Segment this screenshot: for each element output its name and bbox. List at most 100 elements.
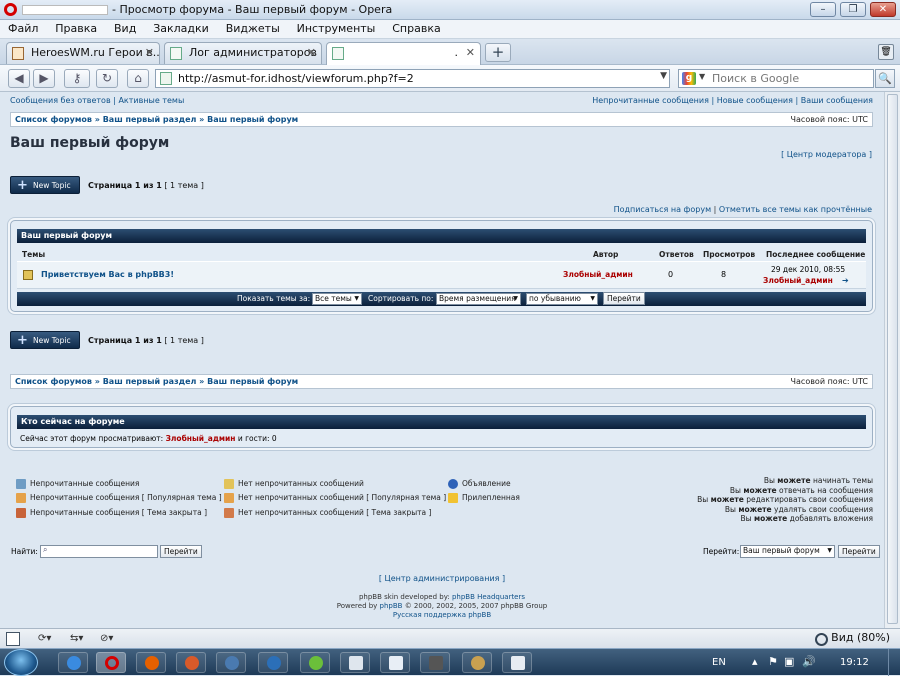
game-icon[interactable] (420, 652, 450, 673)
sort-order-select[interactable]: по убыванию ▼ (526, 293, 598, 305)
search-field[interactable]: g ▼ Поиск в Google (678, 69, 874, 88)
admin-panel-link[interactable]: [ Центр администрирования ] (0, 574, 884, 583)
tab-close-icon[interactable]: ✕ (145, 46, 154, 59)
col-views: Просмотров (703, 250, 756, 259)
document-icon[interactable] (340, 652, 370, 673)
ie-icon[interactable] (58, 652, 88, 673)
menu-widgets[interactable]: Виджеты (220, 20, 286, 37)
footer-credit-2: Powered by phpBB © 2000, 2002, 2005, 200… (336, 602, 548, 610)
jump-go-button[interactable]: Перейти (838, 545, 880, 558)
back-button[interactable]: ◀ (8, 69, 30, 88)
crumb-forum[interactable]: Ваш первый форум (207, 115, 298, 124)
tray-expand-icon[interactable]: ▴ (752, 655, 758, 668)
topics-panel-header[interactable]: Ваш первый форум (17, 229, 866, 243)
window-title: - Просмотр форума - Ваш первый форум - O… (112, 3, 393, 16)
search-go-button[interactable]: 🔍 (875, 69, 895, 88)
crumb-forum[interactable]: Ваш первый форум (207, 377, 298, 386)
russian-support-link[interactable]: Русская поддержка phpBB (0, 611, 884, 619)
permission-line: Вы можете отвечать на сообщения (729, 486, 873, 495)
network-icon[interactable]: ▣ (784, 655, 794, 668)
phpbb-link[interactable]: phpBB (380, 602, 403, 610)
vertical-scrollbar[interactable] (884, 92, 900, 628)
restore-button[interactable]: ❐ (840, 2, 866, 17)
start-button[interactable] (4, 649, 38, 676)
sync-icon[interactable]: ⟳▾ (38, 632, 51, 646)
topic-title[interactable]: Приветствуем Вас в phpBB3! (41, 270, 174, 279)
moderator-control-link[interactable]: [ Центр модератора ] (781, 150, 872, 159)
zoom-control[interactable]: Вид (80%) (815, 631, 890, 646)
menu-help[interactable]: Справка (386, 20, 446, 37)
minimize-button[interactable]: – (810, 2, 836, 17)
new-topic-button-bottom[interactable]: New Topic (10, 331, 80, 349)
tab-heroeswm[interactable]: HeroesWM.ru Герои в... ✕ (6, 42, 160, 64)
sort-key-select[interactable]: Время размещения ▼ (436, 293, 521, 305)
menu-file[interactable]: Файл (2, 20, 44, 37)
page-title[interactable]: Ваш первый форум (10, 135, 169, 151)
new-tab-button[interactable]: + (485, 43, 511, 62)
forum-search-input[interactable]: ⌕ (40, 545, 158, 558)
tab-admin-log[interactable]: Лог администраторов ✕ (164, 42, 322, 64)
crumb-section[interactable]: Ваш первый раздел (103, 377, 197, 386)
crumb-section[interactable]: Ваш первый раздел (103, 115, 197, 124)
block-icon[interactable]: ⊘▾ (100, 632, 113, 646)
notepad-icon[interactable] (380, 652, 410, 673)
menu-tools[interactable]: Инструменты (291, 20, 382, 37)
tab-close-icon[interactable]: ✕ (307, 46, 316, 59)
select-value: Все темы (315, 294, 352, 303)
opera-logo-icon[interactable] (4, 3, 17, 16)
trash-icon[interactable]: 🗑 (878, 44, 894, 60)
forward-button[interactable]: ▶ (33, 69, 55, 88)
opera-taskbar-icon[interactable] (96, 652, 126, 673)
show-desktop-button[interactable] (888, 649, 900, 676)
who-online-text: Сейчас этот форум просматривают: Злобный… (20, 434, 277, 443)
legend-label: Нет непрочитанных сообщений [ Популярная… (238, 493, 447, 502)
share-icon[interactable]: ⇆▾ (70, 632, 83, 646)
top-links-right[interactable]: Непрочитанные сообщения | Новые сообщени… (592, 96, 873, 105)
clock[interactable]: 19:12 (840, 657, 869, 668)
address-field[interactable]: http://asmut-for.idhost/viewforum.php?f=… (155, 69, 670, 88)
messenger-icon[interactable] (300, 652, 330, 673)
subscribe-link[interactable]: Подписаться на форум (614, 205, 712, 214)
chevron-down-icon[interactable]: ▼ (699, 72, 705, 81)
skin-author-link[interactable]: phpBB Headquarters (452, 593, 525, 601)
reload-button[interactable]: ↻ (96, 69, 118, 88)
tab-forum-active[interactable]: . ✕ (326, 42, 481, 65)
address-toolbar: ◀ ▶ ⚷ ↻ ⌂ http://asmut-for.idhost/viewfo… (0, 65, 900, 92)
flag-icon[interactable]: ⚑ (768, 655, 778, 668)
mark-read-link[interactable]: Отметить все темы как прочтённые (719, 205, 872, 214)
close-window-button[interactable]: ✕ (870, 2, 896, 17)
topic-author[interactable]: Злобный_админ (563, 270, 633, 279)
menu-edit[interactable]: Правка (49, 20, 103, 37)
paint-icon[interactable] (462, 652, 492, 673)
crumb-forum-index[interactable]: Список форумов (15, 115, 92, 124)
menu-view[interactable]: Вид (108, 20, 142, 37)
topic-count: [ 1 тема ] (164, 336, 204, 345)
forum-search-button[interactable]: Перейти (160, 545, 202, 558)
chevron-down-icon[interactable]: ▼ (660, 71, 667, 81)
goto-last-post-icon[interactable]: ➔ (842, 276, 849, 285)
last-post-author[interactable]: Злобный_админ (763, 276, 833, 285)
window-icon[interactable] (502, 652, 532, 673)
unread-icon (16, 479, 26, 489)
browser-icon[interactable] (176, 652, 206, 673)
online-user[interactable]: Злобный_админ (166, 434, 236, 443)
language-indicator[interactable]: EN (712, 657, 726, 668)
scrollbar-thumb[interactable] (887, 94, 898, 624)
volume-icon[interactable]: 🔊 (802, 655, 816, 668)
topic-replies: 0 (668, 270, 674, 279)
crumb-forum-index[interactable]: Список форумов (15, 377, 92, 386)
jump-select[interactable]: Ваш первый форум ▼ (740, 545, 835, 558)
read-locked-icon (224, 508, 234, 518)
tab-close-icon[interactable]: ✕ (466, 46, 475, 59)
wand-key-button[interactable]: ⚷ (64, 69, 90, 88)
panel-toggle-icon[interactable] (6, 632, 20, 646)
new-topic-button[interactable]: New Topic (10, 176, 80, 194)
network-app-icon[interactable] (258, 652, 288, 673)
show-topics-select[interactable]: Все темы ▼ (312, 293, 362, 305)
firefox-icon[interactable] (136, 652, 166, 673)
top-links-left[interactable]: Сообщения без ответов | Активные темы (10, 96, 184, 105)
sort-go-button[interactable]: Перейти (603, 292, 645, 305)
media-icon[interactable] (216, 652, 246, 673)
menu-bookmarks[interactable]: Закладки (147, 20, 215, 37)
home-button[interactable]: ⌂ (127, 69, 149, 88)
